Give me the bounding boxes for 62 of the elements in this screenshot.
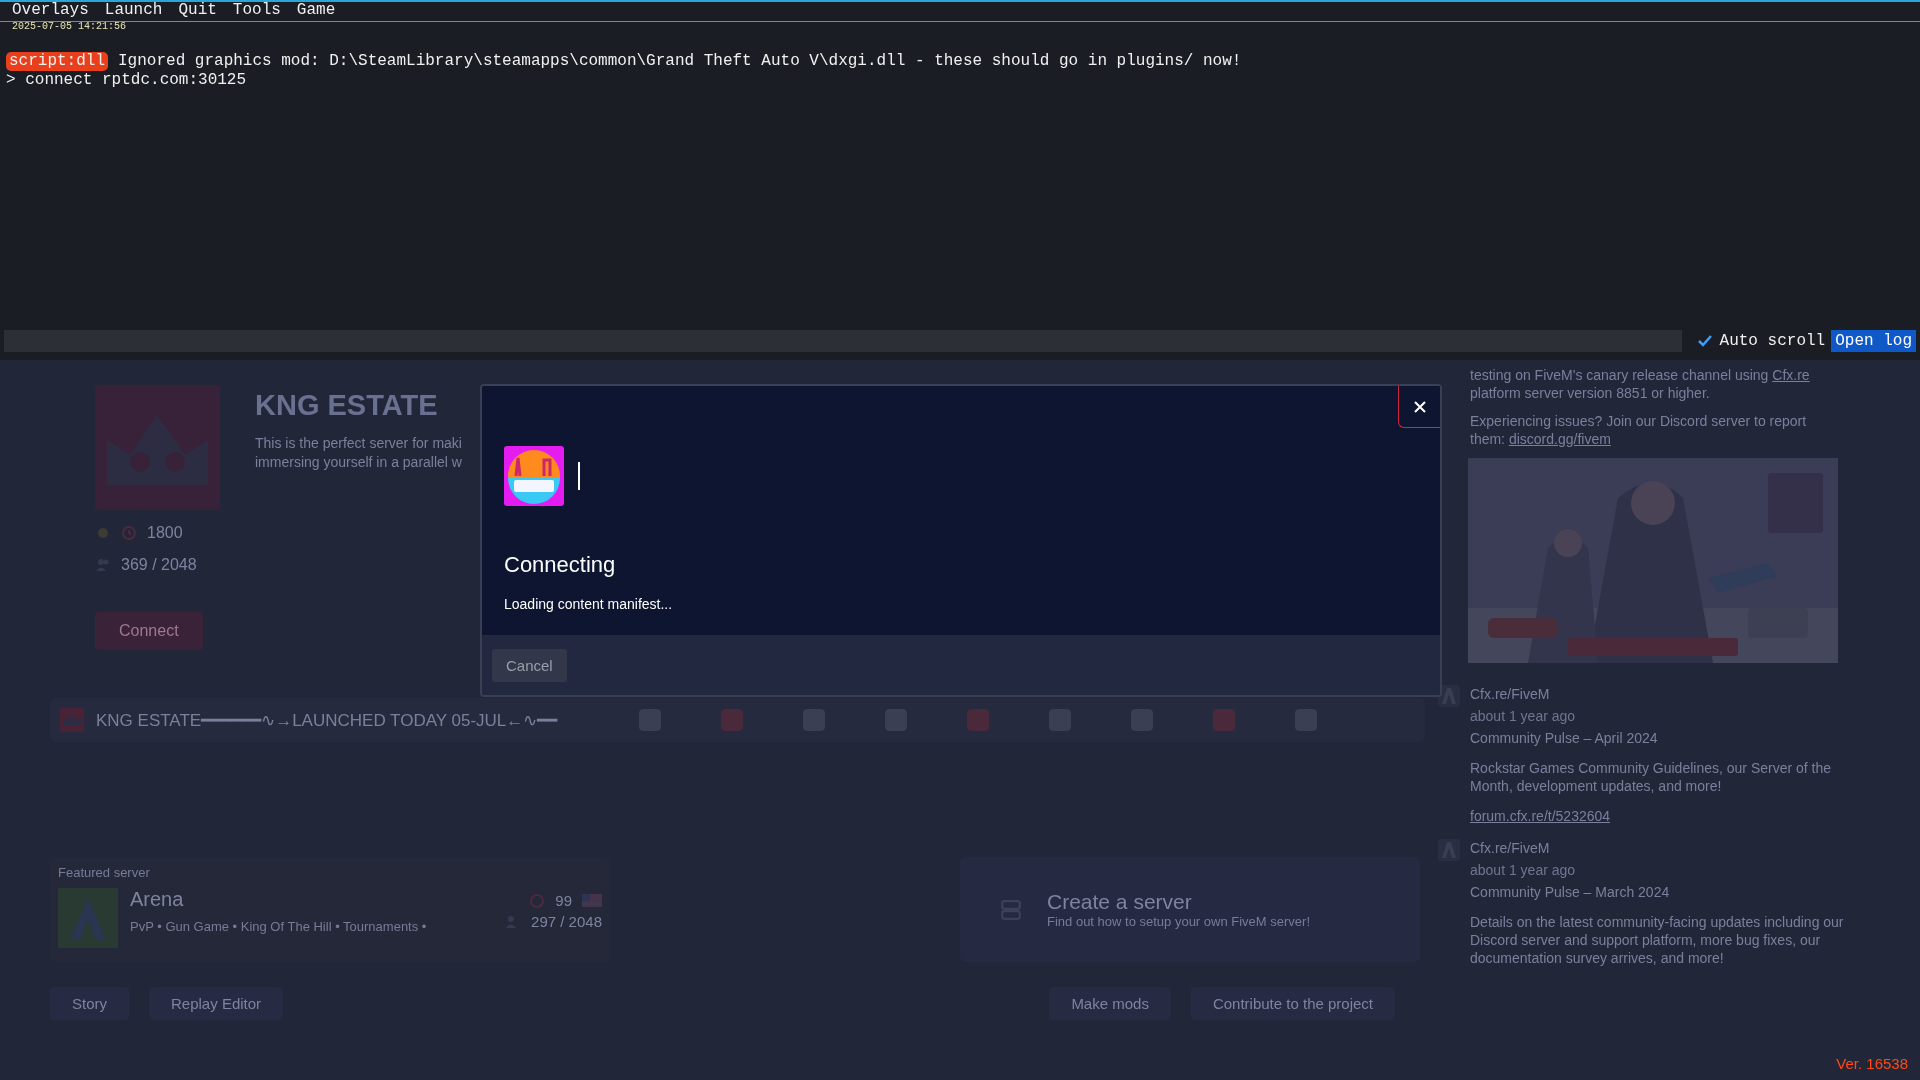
- server-icon[interactable]: [1213, 709, 1236, 731]
- server-title: KNG ESTATE: [255, 389, 439, 422]
- news-link[interactable]: discord.gg/fivem: [1508, 431, 1611, 447]
- dialog-title: Connecting: [504, 552, 617, 578]
- cancel-button[interactable]: Cancel: [492, 648, 567, 682]
- create-server-card[interactable]: Create a server Find out how to setup your own FiveM server!: [960, 857, 1420, 962]
- open-log-button[interactable]: Open log: [1831, 330, 1916, 352]
- uptime-count: 1800: [147, 524, 183, 542]
- menu-item[interactable]: Overlays: [12, 2, 89, 21]
- uptime-count: 99: [555, 892, 572, 909]
- server-description: This is the perfect server for maki: [255, 434, 462, 453]
- server-tags: PvP • Gun Game • King Of The Hill • Tournaments •: [130, 919, 494, 934]
- menu-item[interactable]: Game: [296, 2, 336, 21]
- close-icon: [1412, 399, 1427, 414]
- server-icon[interactable]: [721, 709, 744, 731]
- action-button[interactable]: Make mods: [1049, 987, 1171, 1020]
- server-description: immersing yourself in a parallel w: [255, 453, 462, 472]
- connect-button[interactable]: Connect: [95, 612, 203, 650]
- server-logo-icon: [504, 446, 564, 506]
- server-name: Arena: [130, 888, 185, 911]
- action-button[interactable]: Replay Editor: [149, 987, 284, 1020]
- post-link[interactable]: forum.cfx.re/t/5232604: [1470, 807, 1845, 825]
- news-link[interactable]: Cfx.re: [1772, 367, 1810, 383]
- server-banner[interactable]: KNG ESTATE━━━━━━∿→LAUNCHED TODAY 05-JUL←∿━━: [50, 698, 1425, 742]
- arena-logo-icon: [58, 888, 118, 948]
- news-text: Experiencing issues? Join our Discord server to report them: discord.gg/fivem: [1470, 412, 1808, 448]
- log-message: Ignored graphics mod: D:\SteamLibrary\steamapps\common\Grand Theft Auto V\dxgi.dll - these should go in plugins/ now!: [118, 52, 1242, 71]
- menu-item[interactable]: Launch: [104, 2, 163, 21]
- post-time: about 1 year ago: [1470, 707, 1577, 725]
- news-text: testing on FiveM's canary release channel using Cfx.re platform server version 8851 or higher.: [1470, 366, 1811, 402]
- post-time: about 1 year ago: [1470, 861, 1577, 879]
- close-button[interactable]: [1398, 386, 1440, 428]
- post-body: Details on the latest community-facing updates including our Discord server and support platform, more bug fixes, our documentation survey arrives, and more!: [1470, 913, 1845, 967]
- flag-icon: [582, 894, 602, 907]
- create-server-subtitle: Find out how to setup your own FiveM server!: [1047, 914, 1310, 929]
- server-stack-icon: [1000, 898, 1022, 921]
- banner-text: KNG ESTATE━━━━━━∿→LAUNCHED TODAY 05-JUL←∿━━: [96, 709, 558, 731]
- checkbox-label: Auto scroll: [1719, 332, 1826, 350]
- menu-item[interactable]: Quit: [178, 2, 217, 21]
- post-author[interactable]: Cfx.re/FiveM: [1470, 839, 1845, 857]
- post-title: Community Pulse – April 2024: [1470, 729, 1659, 747]
- menu-item[interactable]: Tools: [232, 2, 281, 21]
- create-server-title: Create a server: [1047, 890, 1193, 914]
- timestamp: 2025-07-05 14:21:56: [11, 22, 128, 32]
- clock-icon: [121, 525, 137, 541]
- post-author[interactable]: Cfx.re/FiveM: [1470, 685, 1845, 703]
- action-button[interactable]: Contribute to the project: [1190, 987, 1395, 1020]
- version-label: Ver. 16538: [1836, 1055, 1908, 1072]
- post-title: Community Pulse – March 2024: [1470, 883, 1671, 901]
- sun-icon: [95, 525, 111, 541]
- server-icon[interactable]: [967, 709, 990, 731]
- log-message: > connect rptdc.com:30125: [6, 71, 247, 90]
- post-body: Rockstar Games Community Guidelines, our Server of the Month, development updates, and more!: [1470, 759, 1833, 795]
- featured-label: Featured server: [58, 865, 151, 880]
- crown-icon: [60, 708, 84, 732]
- player-count: 297 / 2048: [531, 913, 602, 930]
- player-count: 369 / 2048: [121, 556, 197, 574]
- clock-icon: [529, 892, 546, 909]
- text-cursor-icon: [578, 462, 580, 490]
- action-button[interactable]: Story: [50, 987, 129, 1020]
- log-tag: script:dll: [6, 52, 108, 71]
- dialog-status: Loading content manifest...: [504, 596, 674, 612]
